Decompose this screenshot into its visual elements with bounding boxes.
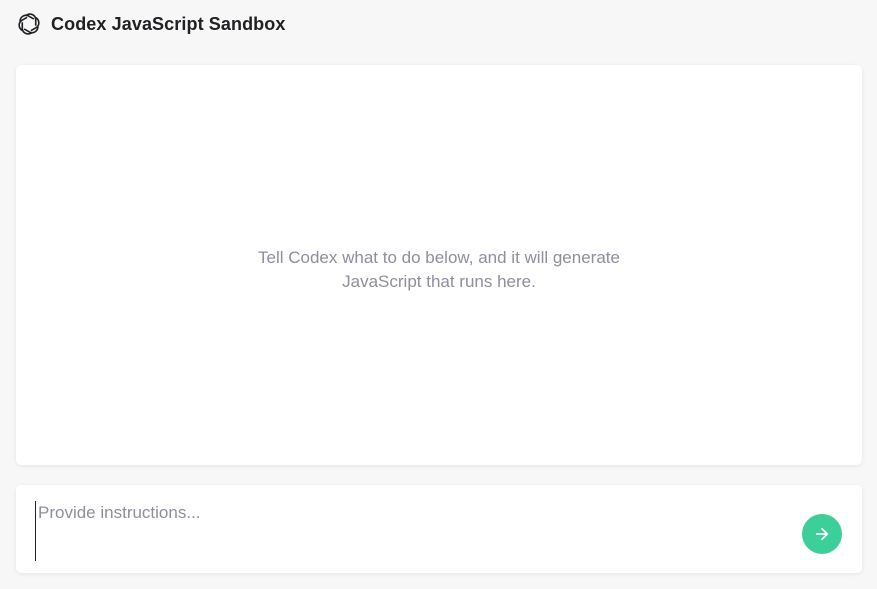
instructions-panel [16,485,862,573]
output-panel: Tell Codex what to do below, and it will… [16,65,862,465]
arrow-right-icon [813,525,831,543]
instructions-input[interactable] [35,501,778,561]
submit-button[interactable] [802,514,842,554]
app-header: Codex JavaScript Sandbox [0,0,877,48]
app-title: Codex JavaScript Sandbox [51,14,286,34]
openai-logo-icon [16,11,42,37]
empty-state-message: Tell Codex what to do below, and it will… [258,248,620,291]
